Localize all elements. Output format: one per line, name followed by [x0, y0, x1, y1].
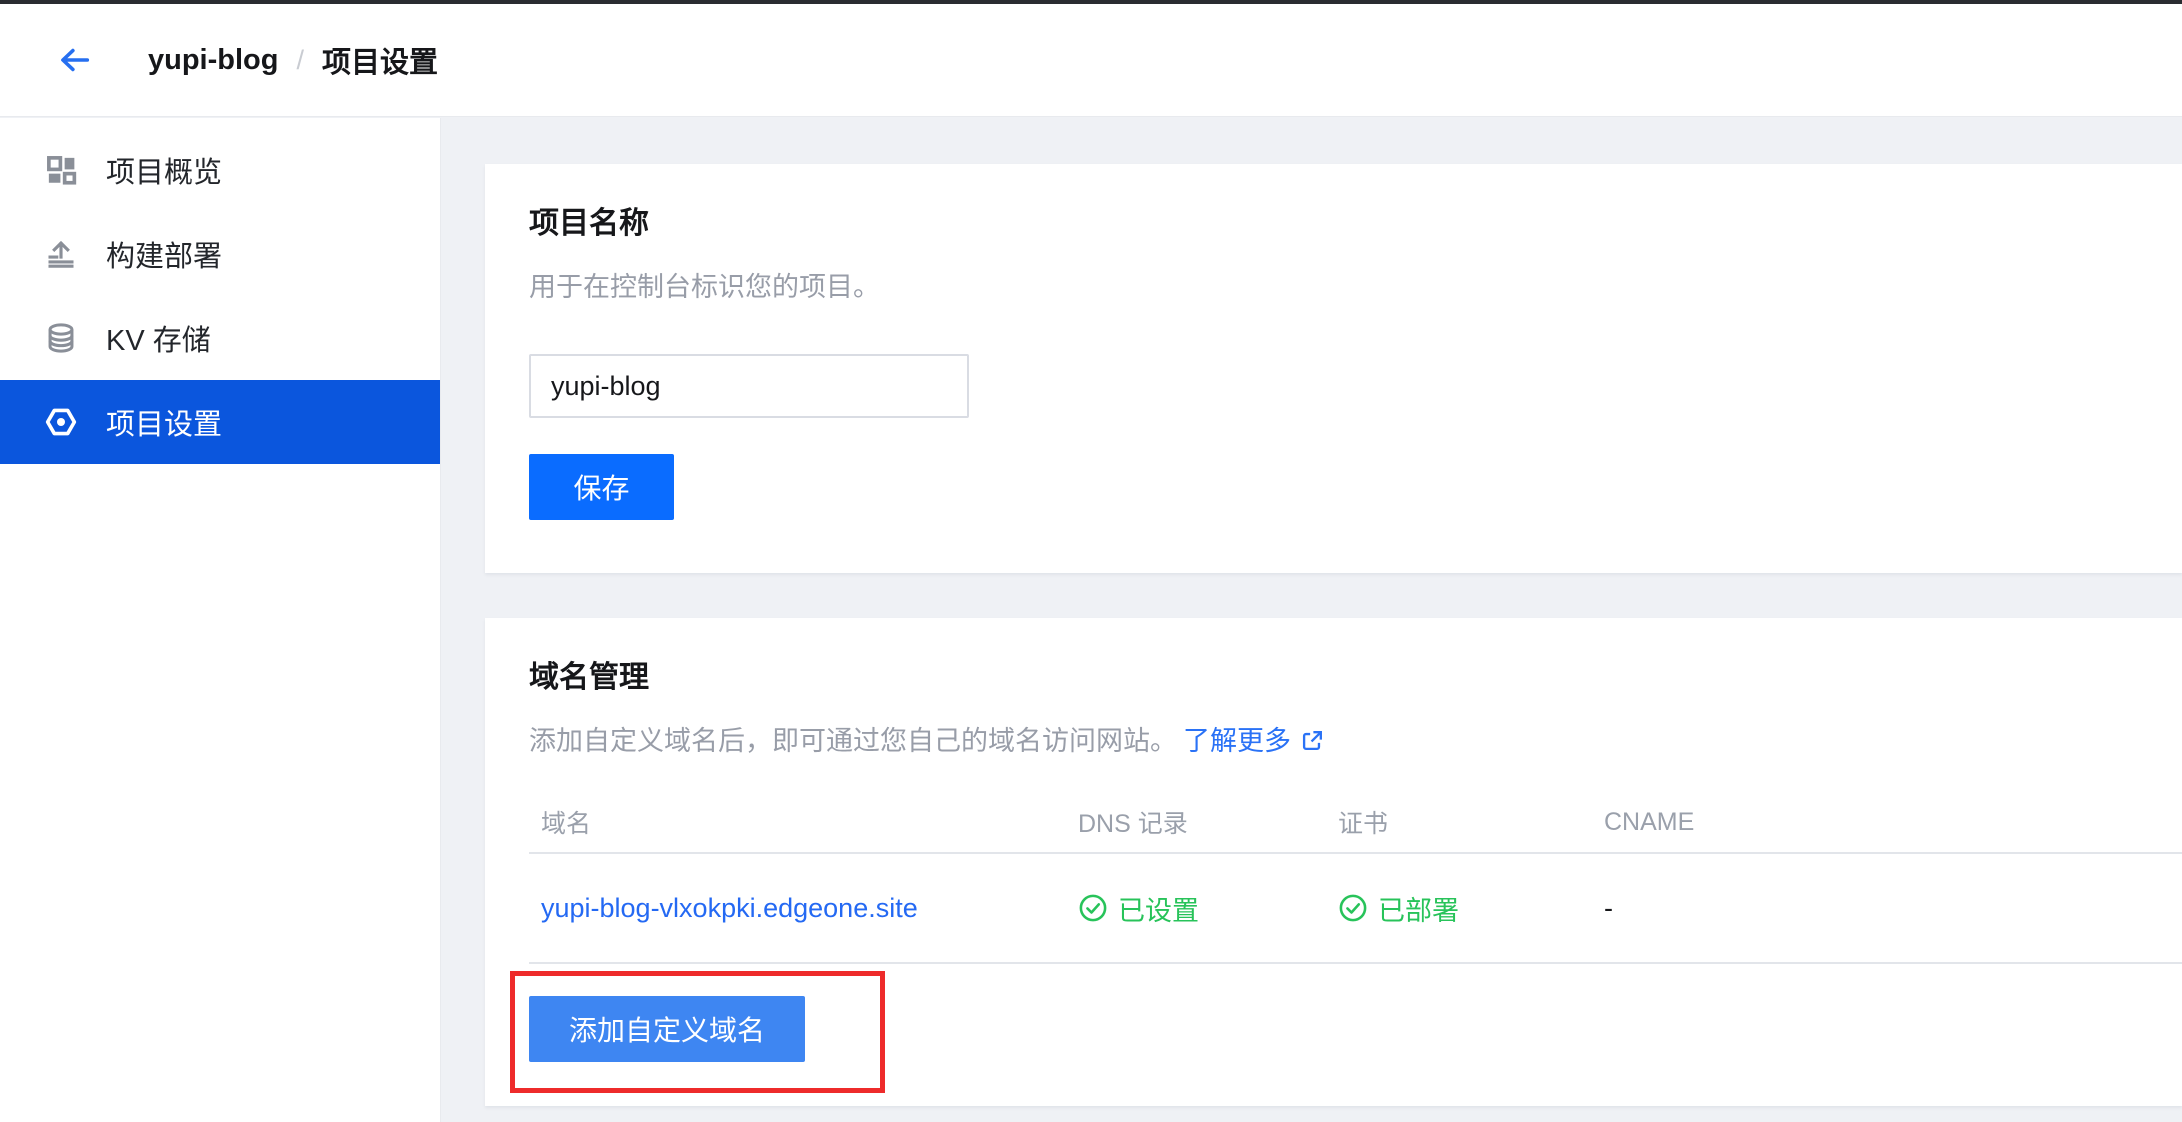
- add-custom-domain-button[interactable]: 添加自定义域名: [529, 996, 805, 1062]
- domain-management-card: 域名管理 添加自定义域名后，即可通过您自己的域名访问网站。 了解更多: [485, 618, 2182, 1106]
- breadcrumb-project[interactable]: yupi-blog: [148, 44, 278, 77]
- app-window: yupi-blog / 项目设置 项目概览 构建部署: [0, 0, 2182, 1122]
- breadcrumb-current: 项目设置: [322, 39, 438, 81]
- domain-description-text: 添加自定义域名后，即可通过您自己的域名访问网站。: [529, 724, 1177, 758]
- certificate-status-label: 已部署: [1378, 889, 1459, 928]
- overview-grid-icon: [44, 153, 78, 187]
- domain-table: 域名 DNS 记录 证书 CNAME yupi-blog-vlxokpki.ed…: [485, 792, 2182, 964]
- arrow-left-icon: [54, 40, 94, 80]
- dns-status-badge: 已设置: [1078, 889, 1338, 928]
- sidebar-item-label: 项目设置: [106, 401, 222, 443]
- sidebar-item-label: 构建部署: [106, 233, 222, 275]
- learn-more-link[interactable]: 了解更多: [1183, 724, 1325, 758]
- table-header-certificate: 证书: [1338, 804, 1604, 840]
- check-circle-icon: [1078, 893, 1108, 923]
- sidebar-item-project-overview[interactable]: 项目概览: [0, 128, 440, 212]
- page-header: yupi-blog / 项目设置: [0, 4, 2182, 117]
- sidebar-item-project-settings[interactable]: 项目设置: [0, 380, 440, 464]
- sidebar: 项目概览 构建部署 KV 存储: [0, 118, 441, 1122]
- breadcrumb: yupi-blog / 项目设置: [148, 39, 438, 81]
- external-link-icon: [1299, 728, 1325, 754]
- learn-more-label: 了解更多: [1183, 724, 1291, 758]
- dns-status-label: 已设置: [1118, 889, 1199, 928]
- database-icon: [44, 321, 78, 355]
- check-circle-icon: [1338, 893, 1368, 923]
- breadcrumb-separator: /: [296, 45, 304, 76]
- back-button[interactable]: [48, 34, 100, 86]
- domain-link[interactable]: yupi-blog-vlxokpki.edgeone.site: [541, 893, 1078, 924]
- upload-icon: [44, 237, 78, 271]
- certificate-status-badge: 已部署: [1338, 889, 1604, 928]
- table-divider-bottom: [529, 962, 2182, 964]
- cname-value: -: [1604, 893, 2182, 924]
- table-header-domain: 域名: [541, 804, 1078, 840]
- project-name-title: 项目名称: [529, 206, 2182, 242]
- project-name-card: 项目名称 用于在控制台标识您的项目。 保存: [485, 164, 2182, 573]
- table-row: yupi-blog-vlxokpki.edgeone.site 已设置: [529, 854, 2182, 962]
- table-header-cname: CNAME: [1604, 808, 2182, 837]
- save-button[interactable]: 保存: [529, 454, 674, 520]
- sidebar-item-label: KV 存储: [106, 317, 211, 359]
- project-name-description: 用于在控制台标识您的项目。: [529, 270, 2182, 304]
- table-header-dns-record: DNS 记录: [1078, 804, 1338, 840]
- sidebar-item-build-deploy[interactable]: 构建部署: [0, 212, 440, 296]
- sidebar-item-kv-storage[interactable]: KV 存储: [0, 296, 440, 380]
- sidebar-item-label: 项目概览: [106, 149, 222, 191]
- content-area: 项目名称 用于在控制台标识您的项目。 保存 域名管理 添加自定义域名后，即可通过…: [442, 118, 2182, 1122]
- annotation-highlight-box: 添加自定义域名: [510, 971, 885, 1093]
- domain-table-header: 域名 DNS 记录 证书 CNAME: [529, 792, 2182, 852]
- domain-management-description: 添加自定义域名后，即可通过您自己的域名访问网站。 了解更多: [529, 724, 2182, 758]
- project-name-input[interactable]: [529, 354, 969, 418]
- settings-hexagon-icon: [44, 405, 78, 439]
- domain-management-title: 域名管理: [529, 660, 2182, 696]
